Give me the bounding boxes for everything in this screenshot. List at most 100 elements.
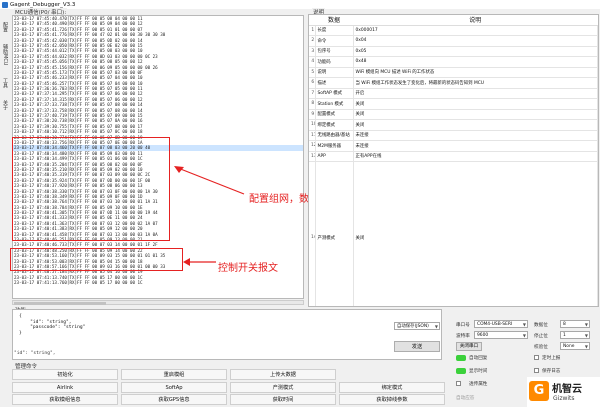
- table-row[interactable]: 12M2M服务器未连接: [309, 140, 598, 152]
- stopbits-select[interactable]: 1 ▼: [560, 331, 590, 339]
- row-field: 产测模式: [315, 161, 354, 306]
- baud-label: 波特率: [456, 334, 470, 339]
- parity-select[interactable]: None ▼: [560, 342, 590, 350]
- tab-config[interactable]: 配置: [1, 18, 9, 36]
- command-button[interactable]: 重启模组: [121, 369, 227, 380]
- command-button[interactable]: 上传大数据: [230, 369, 336, 380]
- control-arrow-icon: [183, 258, 216, 266]
- command-button[interactable]: 获取掉线参数: [339, 394, 445, 405]
- command-button[interactable]: 获取时间: [230, 394, 336, 405]
- log-horizontal-scrollbar[interactable]: [12, 300, 304, 305]
- table-row[interactable]: 11无线路由器/基站未连接: [309, 130, 598, 141]
- row-value: 开启: [353, 88, 598, 99]
- row-value: WiFi 模组向 MCU 描述 WiFi 的工作状态: [353, 67, 598, 78]
- control-annotation: 控制开关报文: [218, 263, 278, 274]
- command-button[interactable]: SoftAp: [121, 381, 227, 393]
- table-row[interactable]: 5 说明 WiFi 模组向 MCU 描述 WiFi 的工作状态: [309, 67, 598, 78]
- row-value: 关闭: [353, 161, 598, 306]
- command-button[interactable]: 获取模组信息: [12, 394, 118, 405]
- row-field: 长度: [315, 25, 354, 36]
- table-row[interactable]: 9 配置模式 关闭: [309, 109, 598, 120]
- port-select[interactable]: COM4-USB-SERI ▼: [474, 320, 528, 328]
- databits-select[interactable]: 8 ▼: [560, 320, 590, 328]
- table-row[interactable]: 8 Station 模式 关闭: [309, 98, 598, 110]
- send-text-field[interactable]: "id": "string",: [14, 351, 442, 359]
- row-field: SoftAP 模式: [315, 88, 354, 99]
- chevron-down-icon: ▼: [584, 344, 588, 349]
- row-field: Station 模式: [315, 98, 354, 110]
- table-row[interactable]: 2 命令 0x04: [309, 35, 598, 47]
- baud-select[interactable]: 9600 ▼: [474, 331, 528, 339]
- databits-value: 8: [563, 322, 566, 327]
- table-row[interactable]: 6 描述当 WiFi 模组工作状态发生了变化后，将最新的状态码告知到 MCU: [309, 77, 598, 89]
- row-value: 0x05: [353, 46, 598, 57]
- parity-label: 校验位: [534, 345, 548, 350]
- logo-en-text: Gizwits: [553, 395, 575, 402]
- row-field: 命令: [315, 35, 354, 47]
- chevron-down-icon: ▼: [584, 322, 588, 327]
- pass-attr-label: 透传属性: [469, 382, 488, 387]
- table-row[interactable]: 1 长度 0x000017: [309, 25, 598, 36]
- baud-value: 9600: [477, 333, 489, 338]
- scrollbar-thumb[interactable]: [14, 301, 106, 305]
- save-log-label: 保存日志: [542, 369, 561, 374]
- command-button[interactable]: Airlink: [12, 381, 118, 393]
- save-log-checkbox[interactable]: [534, 368, 539, 373]
- chevron-down-icon: ▼: [584, 333, 588, 338]
- app-icon: [2, 1, 8, 8]
- row-field: APP: [315, 151, 354, 162]
- table-row[interactable]: 14产测模式关闭: [309, 161, 598, 306]
- window-title: Gagent_Debugger_V3.3: [10, 1, 76, 8]
- table-row[interactable]: 4 功能码 0x48: [309, 56, 598, 68]
- pass-attr-checkbox[interactable]: [456, 381, 461, 386]
- port-label: 串口号: [456, 323, 470, 328]
- data-table: 数据 说明 1 长度 0x000017 2 命令 0x04 3 包序号 0x05 4 功能码 0x48…: [309, 15, 598, 306]
- tab-about[interactable]: 关于: [1, 96, 9, 114]
- close-port-button[interactable]: 关闭串口: [456, 342, 482, 351]
- header-desc: 说明: [353, 15, 598, 26]
- row-field: 无线路由器/基站: [315, 130, 354, 141]
- chevron-down-icon: ▼: [434, 324, 438, 329]
- parity-value: None: [563, 344, 575, 349]
- stopbits-label: 停止位: [534, 334, 548, 339]
- command-button[interactable]: 获取GPS信息: [121, 394, 227, 405]
- row-field: 绑定模式: [315, 119, 354, 131]
- table-row[interactable]: 13APP正有APP在线: [309, 151, 598, 162]
- tab-aux-mcu[interactable]: 辅助MCU: [1, 40, 9, 70]
- show-time-label: 显示时间: [469, 369, 488, 374]
- databits-label: 数据位: [534, 323, 548, 328]
- row-value: 0x000017: [353, 25, 598, 36]
- table-body: 1 长度 0x000017 2 命令 0x04 3 包序号 0x05 4 功能码 0x48 5 说明 WiF…: [309, 25, 598, 306]
- header-data: 数据: [315, 15, 353, 26]
- mode-select-value: 自动保存(JSON): [397, 324, 429, 329]
- timed-report-label: 定时上报: [542, 356, 561, 361]
- show-time-led: [456, 368, 466, 374]
- timed-report-checkbox[interactable]: [534, 355, 539, 360]
- port-value: COM4-USB-SERI: [477, 322, 513, 327]
- table-header-row: 数据 说明: [309, 15, 598, 26]
- table-row[interactable]: 7 SoftAP 模式 开启: [309, 88, 598, 99]
- table-row[interactable]: 3 包序号 0x05: [309, 46, 598, 57]
- row-value: 0x48: [353, 56, 598, 68]
- send-button[interactable]: 发送: [394, 341, 440, 352]
- tab-tools[interactable]: 工具: [1, 74, 9, 92]
- log-line[interactable]: 23-03-17 07:41:13.760[RX]FF FF 00 05 17 …: [13, 280, 303, 285]
- logo-cn-text: 机智云: [552, 384, 582, 395]
- command-button[interactable]: 产测模式: [230, 381, 336, 393]
- table-row[interactable]: 10绑定模式关闭: [309, 119, 598, 131]
- gizwits-logo-icon: G: [529, 381, 549, 401]
- title-bar: Gagent_Debugger_V3.3: [0, 0, 600, 9]
- row-field: 说明: [315, 67, 354, 78]
- row-field: M2M服务器: [315, 140, 354, 152]
- row-value: 当 WiFi 模组工作状态发生了变化后，将最新的状态码告知到 MCU: [353, 77, 598, 89]
- mode-select[interactable]: 自动保存(JSON) ▼: [394, 322, 440, 330]
- command-button[interactable]: 绑定模式: [339, 381, 445, 393]
- row-value: 正有APP在线: [353, 151, 598, 162]
- app-window: Gagent_Debugger_V3.3 配置 辅助MCU 工具 关于 MCU通…: [0, 0, 600, 407]
- row-value: 关闭: [353, 119, 598, 131]
- highlight-control-box: [10, 248, 183, 271]
- vertical-tabs: 配置 辅助MCU 工具 关于: [0, 14, 10, 314]
- command-button[interactable]: 初始化: [12, 369, 118, 380]
- row-field: 功能码: [315, 56, 354, 68]
- config-arrow-icon: [174, 166, 245, 195]
